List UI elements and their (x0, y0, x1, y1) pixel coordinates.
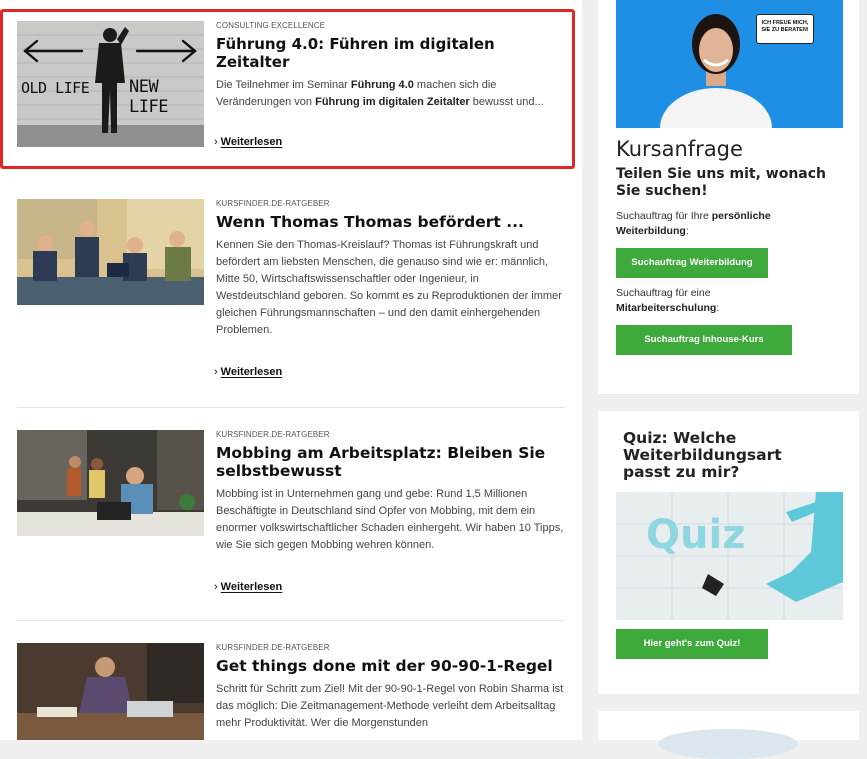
suchauftrag-weiterbildung-button[interactable]: Suchauftrag Weiterbildung (616, 248, 768, 278)
quiz-image-word: Quiz (646, 512, 746, 558)
highlight-frame (0, 9, 575, 169)
kursanfrage-box: ICH FREUE MICH, SIE ZU BERATEN! Kursanfr… (598, 0, 859, 394)
article-category: KURSFINDER.DE-RATGEBER (216, 430, 330, 439)
article-excerpt: Mobbing ist in Unternehmen gang und gebe… (216, 488, 564, 551)
consultant-image: ICH FREUE MICH, SIE ZU BERATEN! (616, 0, 843, 128)
meeting-image (17, 199, 204, 305)
article-list: OLD LIFE NEW LIFE CONSULTING EXCELLENCE … (0, 0, 582, 740)
article-title[interactable]: Mobbing am Arbeitsplatz: Bleiben Sie sel… (216, 444, 566, 480)
divider (17, 620, 565, 621)
partial-image (658, 729, 798, 759)
article-thumbnail[interactable] (17, 430, 204, 536)
chevron-right-icon: › (214, 366, 218, 378)
search-order-personal-text: Suchauftrag für Ihre persönliche Weiterb… (616, 210, 771, 237)
article-category: KURSFINDER.DE-RATGEBER (216, 199, 330, 208)
read-more-link[interactable]: › Weiterlesen (214, 581, 282, 593)
search-order-employee-text: Suchauftrag für eine Mitarbeiterschulung… (616, 287, 720, 314)
desk-work-image (17, 643, 204, 740)
quiz-image[interactable]: Quiz (616, 492, 843, 620)
divider (17, 407, 565, 408)
article-thumbnail[interactable] (17, 643, 204, 740)
read-more-link[interactable]: › Weiterlesen (214, 366, 282, 378)
next-sidebar-box (598, 711, 859, 759)
article-excerpt: Kennen Sie den Thomas-Kreislauf? Thomas … (216, 239, 562, 336)
article-body: KURSFINDER.DE-RATGEBER Mobbing am Arbeit… (216, 430, 566, 554)
article-body: KURSFINDER.DE-RATGEBER Wenn Thomas Thoma… (216, 199, 566, 339)
article-category: KURSFINDER.DE-RATGEBER (216, 643, 330, 652)
suchauftrag-inhouse-button[interactable]: Suchauftrag Inhouse-Kurs (616, 325, 792, 355)
article-title[interactable]: Wenn Thomas Thomas befördert ... (216, 213, 566, 231)
quiz-heading: Quiz: Welche Weiterbildungsart passt zu … (623, 429, 782, 481)
quiz-box: Quiz: Welche Weiterbildungsart passt zu … (598, 411, 859, 694)
chevron-right-icon: › (214, 581, 218, 593)
office-image (17, 430, 204, 536)
kursanfrage-subheading: Teilen Sie uns mit, wonach Sie suchen! (616, 166, 827, 199)
article-thumbnail[interactable] (17, 199, 204, 305)
kursanfrage-heading: Kursanfrage (616, 137, 743, 161)
article-body: KURSFINDER.DE-RATGEBER Get things done m… (216, 643, 566, 732)
quiz-button[interactable]: Hier geht's zum Quiz! (616, 629, 768, 659)
speech-bubble: ICH FREUE MICH, SIE ZU BERATEN! (756, 14, 814, 44)
article-excerpt: Schritt für Schritt zum Ziel! Mit der 90… (216, 683, 564, 729)
article-title[interactable]: Get things done mit der 90-90-1-Regel (216, 657, 566, 675)
